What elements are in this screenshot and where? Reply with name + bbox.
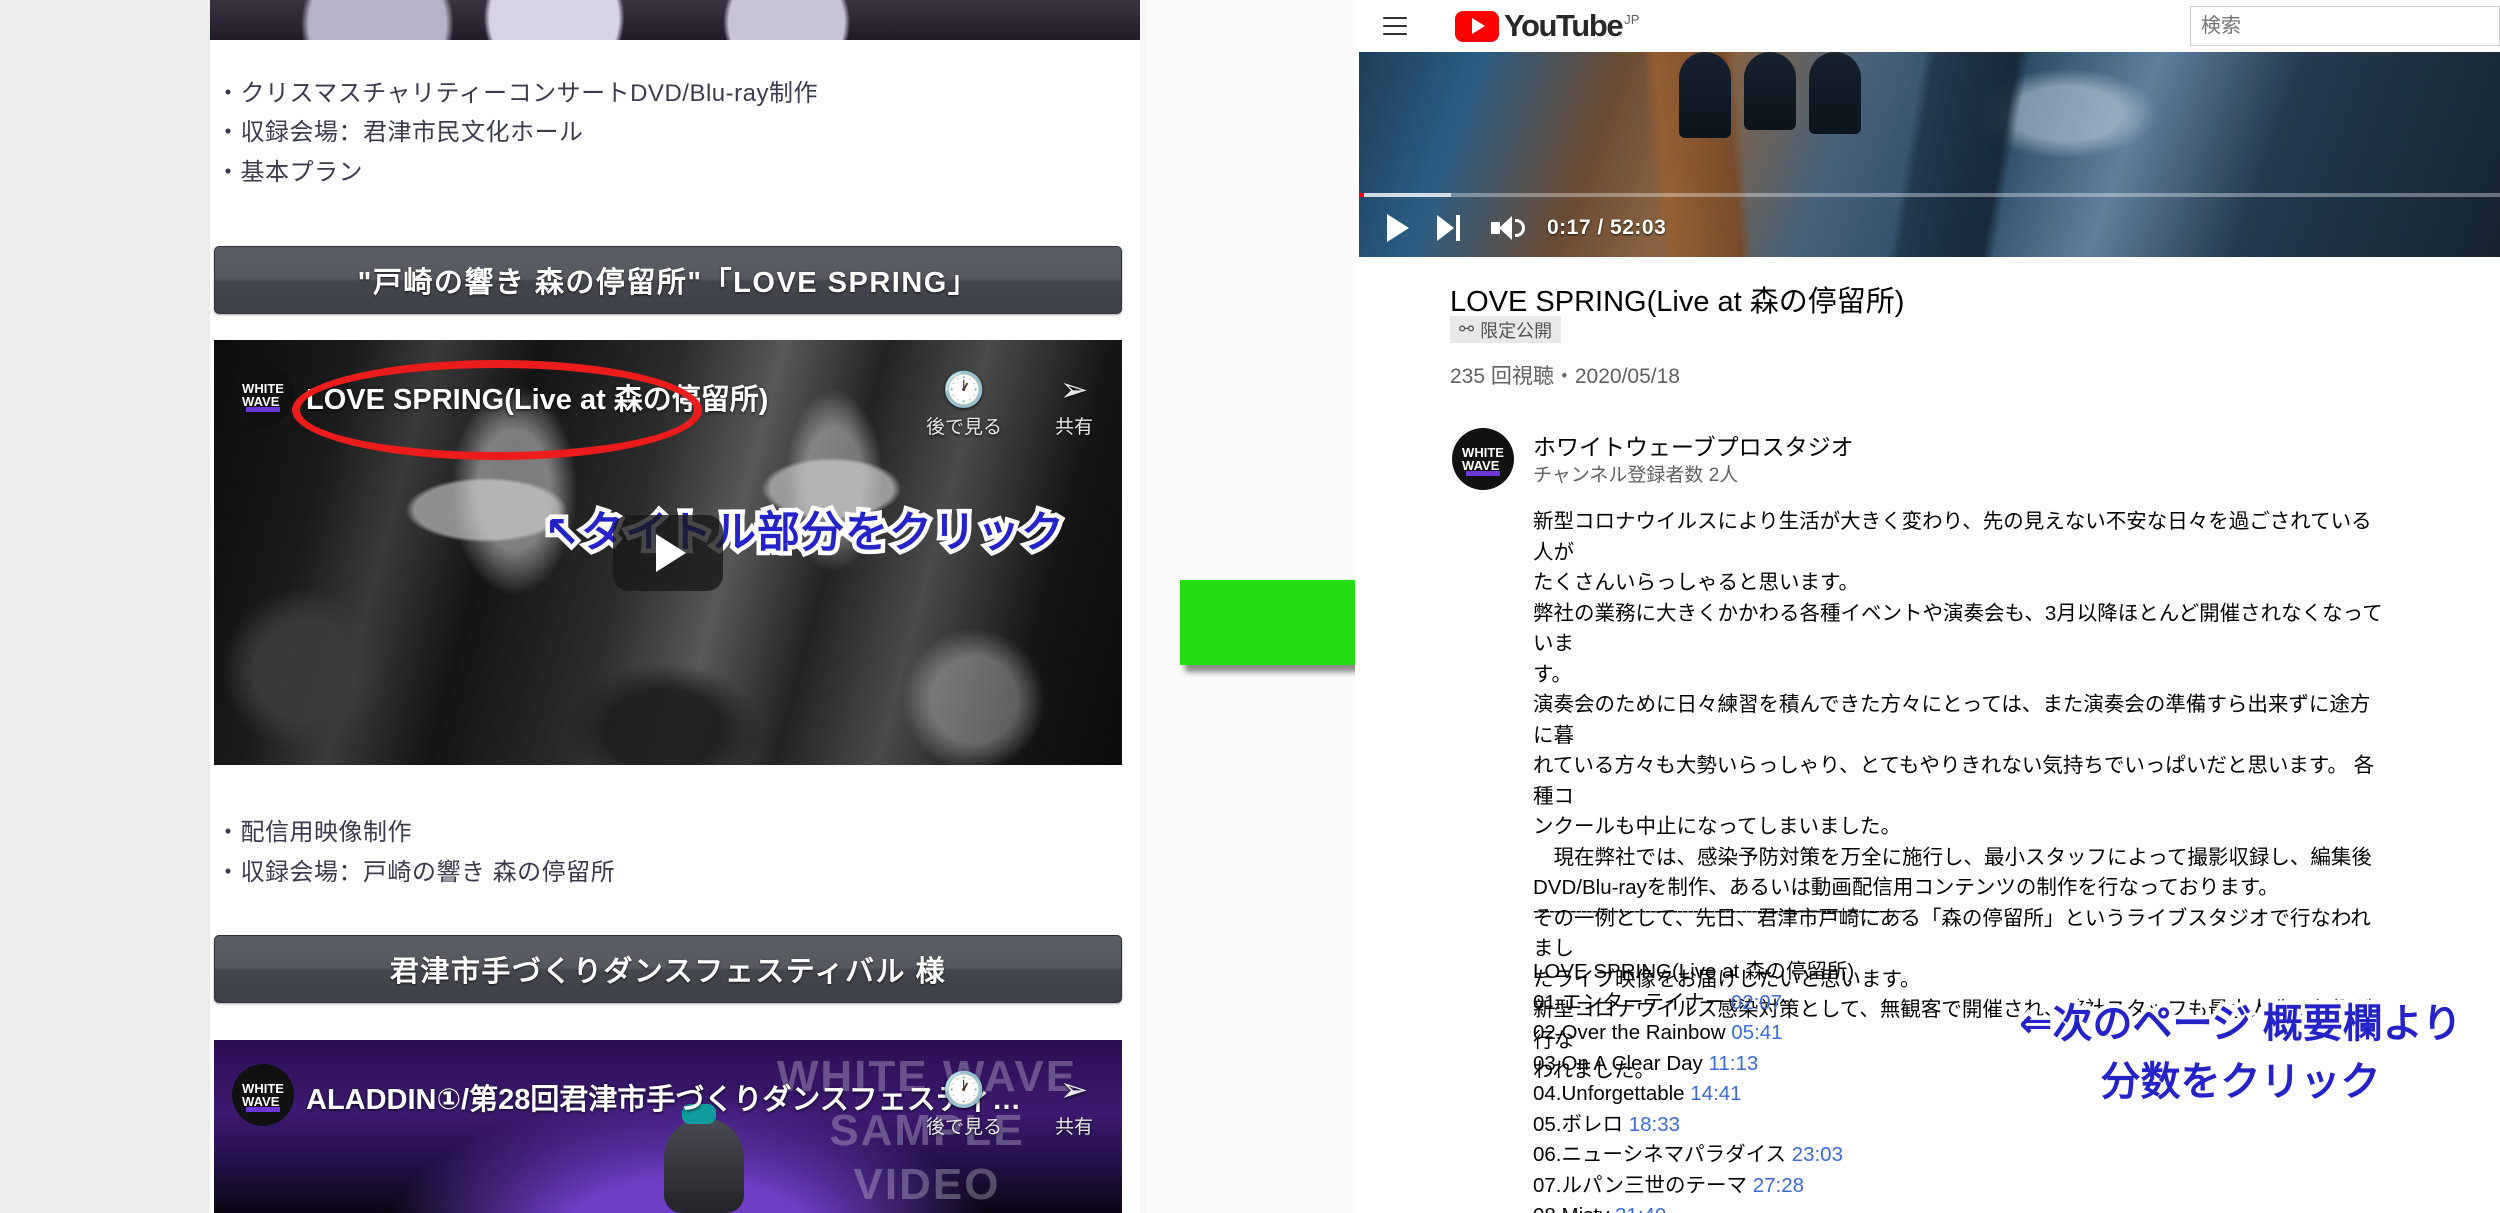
dancer-figure [664, 1104, 744, 1213]
track-label: 07.ルパン三世のテーマ [1533, 1173, 1753, 1197]
share-label: 共有 [1054, 417, 1093, 438]
play-button-overlay[interactable] [613, 515, 723, 591]
video-title: LOVE SPRING(Live at 森の停留所) [1450, 286, 1905, 318]
progress-bar-buffer [1359, 193, 1451, 197]
screenshot-root: ・クリスマスチャリティーコンサートDVD/Blu-ray制作 ・収録会場：君津市… [0, 0, 2500, 1213]
clock-icon: 🕐 [942, 371, 986, 409]
thumbnail-image [210, 0, 1140, 40]
tracklist-row[interactable]: 02.Over the Rainbow 05:41 [1533, 1018, 1854, 1049]
website-content-column: ・クリスマスチャリティーコンサートDVD/Blu-ray制作 ・収録会場：君津市… [210, 0, 1140, 1213]
tracklist-row[interactable]: 03.On A Clear Day 11:13 [1533, 1049, 1854, 1080]
bullet-line-5: ・収録会場：戸崎の響き 森の停留所 [216, 859, 616, 886]
hamburger-menu-icon[interactable] [1383, 17, 1407, 35]
track-timestamp[interactable]: 27:28 [1753, 1174, 1804, 1197]
youtube-logo[interactable]: YouTube JP [1455, 7, 1640, 43]
tracklist-row[interactable]: 07.ルパン三世のテーマ 27:28 [1533, 1171, 1854, 1202]
tracklist-header: LOVE SPRING(Live at 森の停留所) [1533, 960, 1855, 983]
track-label: 03.On A Clear Day [1533, 1051, 1709, 1075]
track-label: 01.エンターテイナー [1533, 990, 1731, 1014]
search-input[interactable] [2191, 7, 2499, 45]
section-heading-love-spring: "戸崎の響き 森の停留所"「LOVE SPRING」 [214, 246, 1122, 314]
time-display: 0:17 / 52:03 [1547, 216, 1667, 239]
tracklist-row[interactable]: 04.Unforgettable 14:41 [1533, 1079, 1854, 1110]
youtube-pane: YouTube JP 0:17 / 52:03 L [1355, 0, 2500, 1213]
watch-later-label-2: 後で見る [925, 1117, 1002, 1138]
share-arrow-icon-2: ➢ [1059, 1071, 1089, 1109]
channel-avatar[interactable]: WHITE WAVE [1452, 428, 1514, 490]
next-page-annotation: ⇐次のページ 概要欄より 分数をクリック [2014, 995, 2466, 1111]
share-button-2[interactable]: ➢ 共有 [1024, 1070, 1122, 1139]
logo-text-bottom: WAVE [242, 394, 280, 409]
bullet-line-4: ・配信用映像制作 [216, 819, 412, 846]
share-label-2: 共有 [1054, 1117, 1093, 1138]
track-timestamp[interactable]: 23:03 [1792, 1143, 1843, 1166]
section-heading-label: "戸崎の響き 森の停留所"「LOVE SPRING」 [357, 267, 979, 299]
track-timestamp[interactable]: 02:07 [1731, 991, 1782, 1014]
volume-icon[interactable] [1491, 216, 1525, 240]
player-figure-1 [1679, 52, 1731, 138]
description-separator: ----------------------------------------… [1533, 901, 1907, 922]
track-label: 08.Misty [1533, 1204, 1615, 1213]
white-wave-logo-icon-2: WHITE WAVE [232, 1064, 294, 1126]
youtube-country-code: JP [1624, 11, 1640, 27]
track-label: 02.Over the Rainbow [1533, 1021, 1732, 1044]
tracklist-row[interactable]: 06.ニューシネマパラダイス 23:03 [1533, 1140, 1854, 1171]
player-figure-2 [1744, 52, 1796, 130]
link-icon: ⚯ [1459, 319, 1475, 339]
annotation-line-1: ⇐次のページ 概要欄より [2014, 998, 2466, 1051]
track-timestamp[interactable]: 05:41 [1731, 1021, 1782, 1044]
page-gutter [1140, 0, 1147, 1213]
bullet-line-1: ・クリスマスチャリティーコンサートDVD/Blu-ray制作 [216, 80, 818, 107]
watch-later-button[interactable]: 🕐 後で見る [914, 370, 1014, 439]
track-label: 05.ボレロ [1533, 1112, 1629, 1136]
track-label: 06.ニューシネマパラダイス [1533, 1143, 1792, 1166]
bullet-line-2: ・収録会場：君津市民文化ホール [216, 119, 584, 146]
section-heading-dance-festival: 君津市手づくりダンスフェスティバル 様 [214, 935, 1122, 1003]
video-meta: 235 回視聴・2020/05/18 [1450, 365, 1680, 388]
clock-icon-2: 🕐 [942, 1071, 986, 1109]
logo-text-bottom-2: WAVE [242, 1094, 280, 1109]
share-button[interactable]: ➢ 共有 [1024, 370, 1122, 439]
progress-bar-track[interactable] [1359, 193, 2500, 197]
watch-later-button-2[interactable]: 🕐 後で見る [914, 1070, 1014, 1139]
progress-bar-played [1359, 193, 1365, 197]
red-ellipse-annotation [292, 360, 702, 460]
embedded-video-aladdin[interactable]: WHITE WAVE SAMPLE VIDEO WHITE WAVE ALADD… [214, 1040, 1122, 1213]
channel-subscribers: チャンネル登録者数 2人 [1533, 465, 1739, 486]
track-timestamp[interactable]: 11:13 [1708, 1052, 1758, 1075]
white-wave-logo-icon: WHITE WAVE [232, 364, 294, 426]
embedded-video-love-spring[interactable]: WHITE WAVE LOVE SPRING(Live at 森の停留所) 🕐 … [214, 340, 1122, 765]
video-player[interactable]: 0:17 / 52:03 [1359, 52, 2500, 257]
tracklist-row[interactable]: 08.Misty 31:40 [1533, 1201, 1854, 1213]
next-video-button[interactable] [1437, 215, 1463, 241]
website-pane: ・クリスマスチャリティーコンサートDVD/Blu-ray制作 ・収録会場：君津市… [0, 0, 1140, 1213]
youtube-wordmark: YouTube [1504, 7, 1624, 43]
track-timestamp[interactable]: 31:40 [1615, 1204, 1666, 1213]
privacy-badge: ⚯ 限定公開 [1450, 316, 1562, 343]
bullet-line-3: ・基本プラン [216, 159, 363, 186]
youtube-header: YouTube JP [1355, 0, 2500, 52]
privacy-badge-label: 限定公開 [1480, 320, 1553, 341]
track-timestamp[interactable]: 14:41 [1690, 1082, 1741, 1105]
section-heading-label-2: 君津市手づくりダンスフェスティバル 様 [389, 956, 947, 988]
annotation-line-2: 分数をクリック [2096, 1056, 2385, 1109]
avatar-text-bottom: WAVE [1462, 458, 1500, 473]
tracklist-rows: 01.エンターテイナー 02:07 02.Over the Rainbow 05:… [1533, 988, 1854, 1213]
track-label: 04.Unforgettable [1533, 1082, 1691, 1105]
tracklist-row[interactable]: 05.ボレロ 18:33 [1533, 1110, 1854, 1141]
play-button[interactable] [1387, 214, 1409, 242]
watch-later-label: 後で見る [925, 417, 1002, 438]
player-figure-3 [1809, 52, 1861, 134]
share-arrow-icon: ➢ [1059, 371, 1089, 409]
youtube-play-icon [1455, 10, 1499, 42]
previous-video-thumbnail[interactable] [210, 0, 1140, 40]
tracklist-row[interactable]: 01.エンターテイナー 02:07 [1533, 988, 1854, 1019]
player-controls: 0:17 / 52:03 [1359, 199, 2500, 257]
track-timestamp[interactable]: 18:33 [1629, 1113, 1680, 1136]
channel-name[interactable]: ホワイトウェーブプロスタジオ [1533, 428, 1854, 462]
tracklist: LOVE SPRING(Live at 森の停留所) 01.エンターテイナー 0… [1533, 957, 1854, 1213]
search-box[interactable] [2190, 6, 2500, 46]
